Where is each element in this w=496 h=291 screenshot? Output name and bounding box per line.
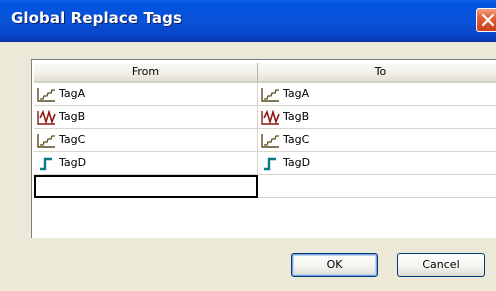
discrete-step-icon: [40, 157, 52, 171]
from-edit-input[interactable]: [34, 175, 258, 198]
tag-replace-grid: From To TagA TagA TagB TagB TagC TagC Ta…: [31, 59, 496, 238]
close-icon: [482, 14, 494, 26]
to-cell[interactable]: TagD: [258, 152, 496, 175]
to-tag-label: TagA: [283, 87, 310, 100]
from-tag-label: TagC: [59, 133, 86, 146]
from-tag-label: TagD: [59, 156, 87, 169]
analog-trend-icon: [261, 134, 279, 148]
analog-trend-icon: [37, 134, 55, 148]
from-cell[interactable]: TagD: [34, 152, 258, 175]
table-row: TagC TagC: [34, 129, 496, 152]
to-cell[interactable]: TagB: [258, 106, 496, 129]
from-tag-label: TagB: [59, 110, 86, 123]
close-button[interactable]: [476, 8, 496, 32]
from-tag-label: TagA: [59, 87, 86, 100]
column-header-from[interactable]: From: [34, 63, 258, 83]
cancel-button[interactable]: Cancel: [397, 253, 485, 277]
ok-button[interactable]: OK: [291, 253, 378, 277]
title-bar[interactable]: Global Replace Tags: [0, 0, 496, 42]
to-cell[interactable]: TagC: [258, 129, 496, 152]
from-cell[interactable]: TagA: [34, 83, 258, 106]
dialog-title: Global Replace Tags: [11, 9, 182, 27]
table-row: TagD TagD: [34, 152, 496, 175]
table-row: [34, 175, 496, 198]
analog-trend-icon: [37, 88, 55, 102]
from-cell[interactable]: TagC: [34, 129, 258, 152]
analog-trend-icon: [261, 88, 279, 102]
to-cell[interactable]: TagA: [258, 83, 496, 106]
table-row: TagA TagA: [34, 83, 496, 106]
column-header-to[interactable]: To: [258, 63, 496, 83]
discrete-step-icon: [264, 157, 276, 171]
to-cell[interactable]: [258, 175, 496, 198]
to-tag-label: TagB: [283, 110, 310, 123]
to-tag-label: TagC: [283, 133, 310, 146]
to-tag-label: TagD: [283, 156, 311, 169]
sine-wave-icon: [261, 110, 280, 125]
grid-header: From To: [34, 63, 496, 83]
dialog-window: Global Replace Tags From To TagA TagA Ta…: [0, 0, 496, 291]
from-cell[interactable]: TagB: [34, 106, 258, 129]
sine-wave-icon: [37, 110, 56, 125]
table-row: TagB TagB: [34, 106, 496, 129]
